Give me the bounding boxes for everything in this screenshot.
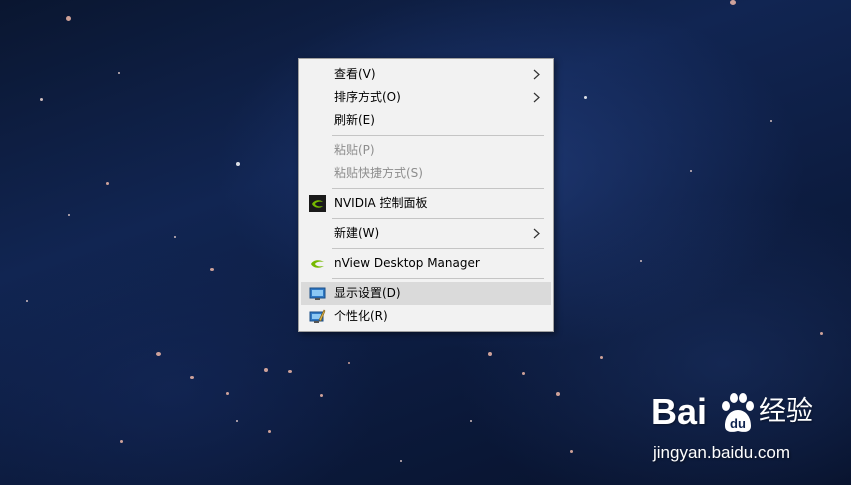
menu-item-personalize[interactable]: 个性化(R) [301, 305, 551, 328]
desktop-context-menu: 查看(V) 排序方式(O) 刷新(E) 粘贴(P) 粘贴快捷方式(S) NVID… [298, 58, 554, 332]
star [236, 420, 238, 422]
menu-item-paste-shortcut[interactable]: 粘贴快捷方式(S) [301, 162, 551, 185]
menu-item-label: 粘贴快捷方式(S) [334, 166, 423, 180]
star [66, 16, 71, 21]
baidu-jingyan-watermark: Bai du 经验 jingyan.baidu.com [651, 388, 841, 470]
star [40, 98, 43, 101]
menu-separator [332, 248, 544, 249]
star [226, 392, 229, 395]
star [570, 450, 573, 453]
nvidia-icon [309, 195, 326, 212]
star [400, 460, 402, 462]
star [190, 376, 194, 379]
star [640, 260, 642, 262]
menu-item-label: NVIDIA 控制面板 [334, 196, 428, 210]
personalize-icon [309, 309, 326, 323]
display-icon [309, 287, 326, 300]
chevron-right-icon [533, 92, 540, 103]
menu-item-new[interactable]: 新建(W) [301, 222, 551, 245]
star [556, 392, 560, 396]
chevron-right-icon [533, 69, 540, 80]
menu-item-nvidia-control-panel[interactable]: NVIDIA 控制面板 [301, 192, 551, 215]
menu-item-label: 排序方式(O) [334, 90, 401, 104]
star [268, 430, 271, 433]
star [26, 300, 28, 302]
baidu-paw-icon: du [722, 393, 754, 432]
star [68, 214, 70, 216]
watermark-brand-suffix: du [730, 416, 746, 431]
menu-item-label: 粘贴(P) [334, 143, 375, 157]
menu-item-paste[interactable]: 粘贴(P) [301, 139, 551, 162]
star [106, 182, 109, 185]
star [120, 440, 123, 443]
menu-item-display-settings[interactable]: 显示设置(D) [301, 282, 551, 305]
star [236, 162, 240, 166]
menu-item-view[interactable]: 查看(V) [301, 63, 551, 86]
watermark-brand: Bai [651, 391, 708, 432]
chevron-right-icon [533, 228, 540, 239]
star [288, 370, 292, 373]
star [174, 236, 176, 238]
star [320, 394, 323, 397]
menu-item-nview-desktop-manager[interactable]: nView Desktop Manager [301, 252, 551, 275]
menu-item-label: nView Desktop Manager [334, 256, 480, 270]
star [156, 352, 161, 356]
menu-separator [332, 278, 544, 279]
nview-icon [311, 260, 324, 268]
star [522, 372, 525, 375]
star [730, 0, 736, 5]
star [264, 368, 268, 372]
star [210, 268, 214, 271]
star [820, 332, 823, 335]
menu-item-label: 个性化(R) [334, 309, 388, 323]
menu-item-label: 新建(W) [334, 226, 380, 240]
menu-separator [332, 218, 544, 219]
menu-item-label: 查看(V) [334, 67, 376, 81]
star [770, 120, 772, 122]
menu-item-refresh[interactable]: 刷新(E) [301, 109, 551, 132]
menu-item-label: 显示设置(D) [334, 286, 401, 300]
star [348, 362, 350, 364]
menu-item-sort-by[interactable]: 排序方式(O) [301, 86, 551, 109]
star [600, 356, 603, 359]
star [488, 352, 492, 356]
star [584, 96, 587, 99]
menu-item-label: 刷新(E) [334, 113, 375, 127]
watermark-cn: 经验 [759, 396, 813, 427]
star [118, 72, 120, 74]
star [690, 170, 692, 172]
menu-separator [332, 135, 544, 136]
menu-separator [332, 188, 544, 189]
watermark-url: jingyan.baidu.com [653, 443, 791, 462]
star [470, 420, 472, 422]
